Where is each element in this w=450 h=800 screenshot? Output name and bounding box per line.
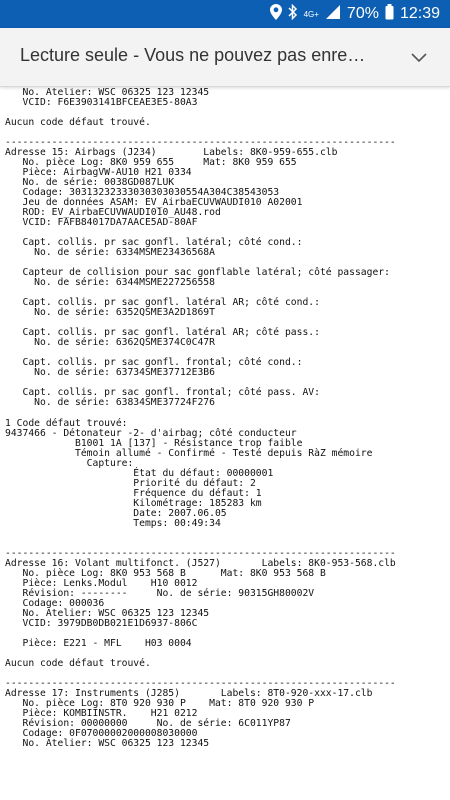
banner-title: Lecture seule - Vous ne pouvez pas enre… [20,45,366,65]
chevron-down-icon[interactable] [410,48,428,66]
document-content[interactable]: No. Atelier: WSC 06325 123 12345 VCID: F… [0,88,450,800]
document-line: VCID: FAFB84017DA7AACE5AD-80AF [5,217,198,229]
document-line: Aucun code défaut trouvé. [5,657,151,669]
document-line: No. Atelier: WSC 06325 123 12345 [5,738,210,750]
document-line: No. de série: 6344MSME227256558 [5,277,215,289]
location-icon [269,3,282,25]
document-line: Aucun code défaut trouvé. [5,117,151,129]
document-line: No. de série: 63734SME37712E3B6 [5,367,215,379]
battery-icon [385,3,394,25]
read-only-banner[interactable]: Lecture seule - Vous ne pouvez pas enre… [0,28,450,87]
clock: 12:39 [399,5,440,22]
document-line: No. de série: 6362QSME374C0C47R [5,337,215,349]
signal-icon [325,4,341,25]
status-bar: 4G+ 70% 12:39 [0,0,450,28]
document-text: No. Atelier: WSC 06325 123 12345 VCID: F… [0,88,450,749]
document-line: No. de série: 6352QSME3A2D1869T [5,307,215,319]
signal-type-label: 4G+ [303,9,319,19]
document-line: VCID: 3979DB0DB021E1D6937-806C [5,617,198,629]
document-line: No. de série: 6334MSME23436568A [5,247,215,259]
document-line: Temps: 00:49:34 [5,517,221,529]
document-line: VCID: F6E3903141BFCEAE3E5-80A3 [5,97,198,109]
document-line: Pièce: E221 - MFL H03 0004 [5,637,192,649]
document-line: No. de série: 63834SME37724F276 [5,397,215,409]
bluetooth-icon [288,3,298,25]
battery-percent: 70% [346,5,379,22]
